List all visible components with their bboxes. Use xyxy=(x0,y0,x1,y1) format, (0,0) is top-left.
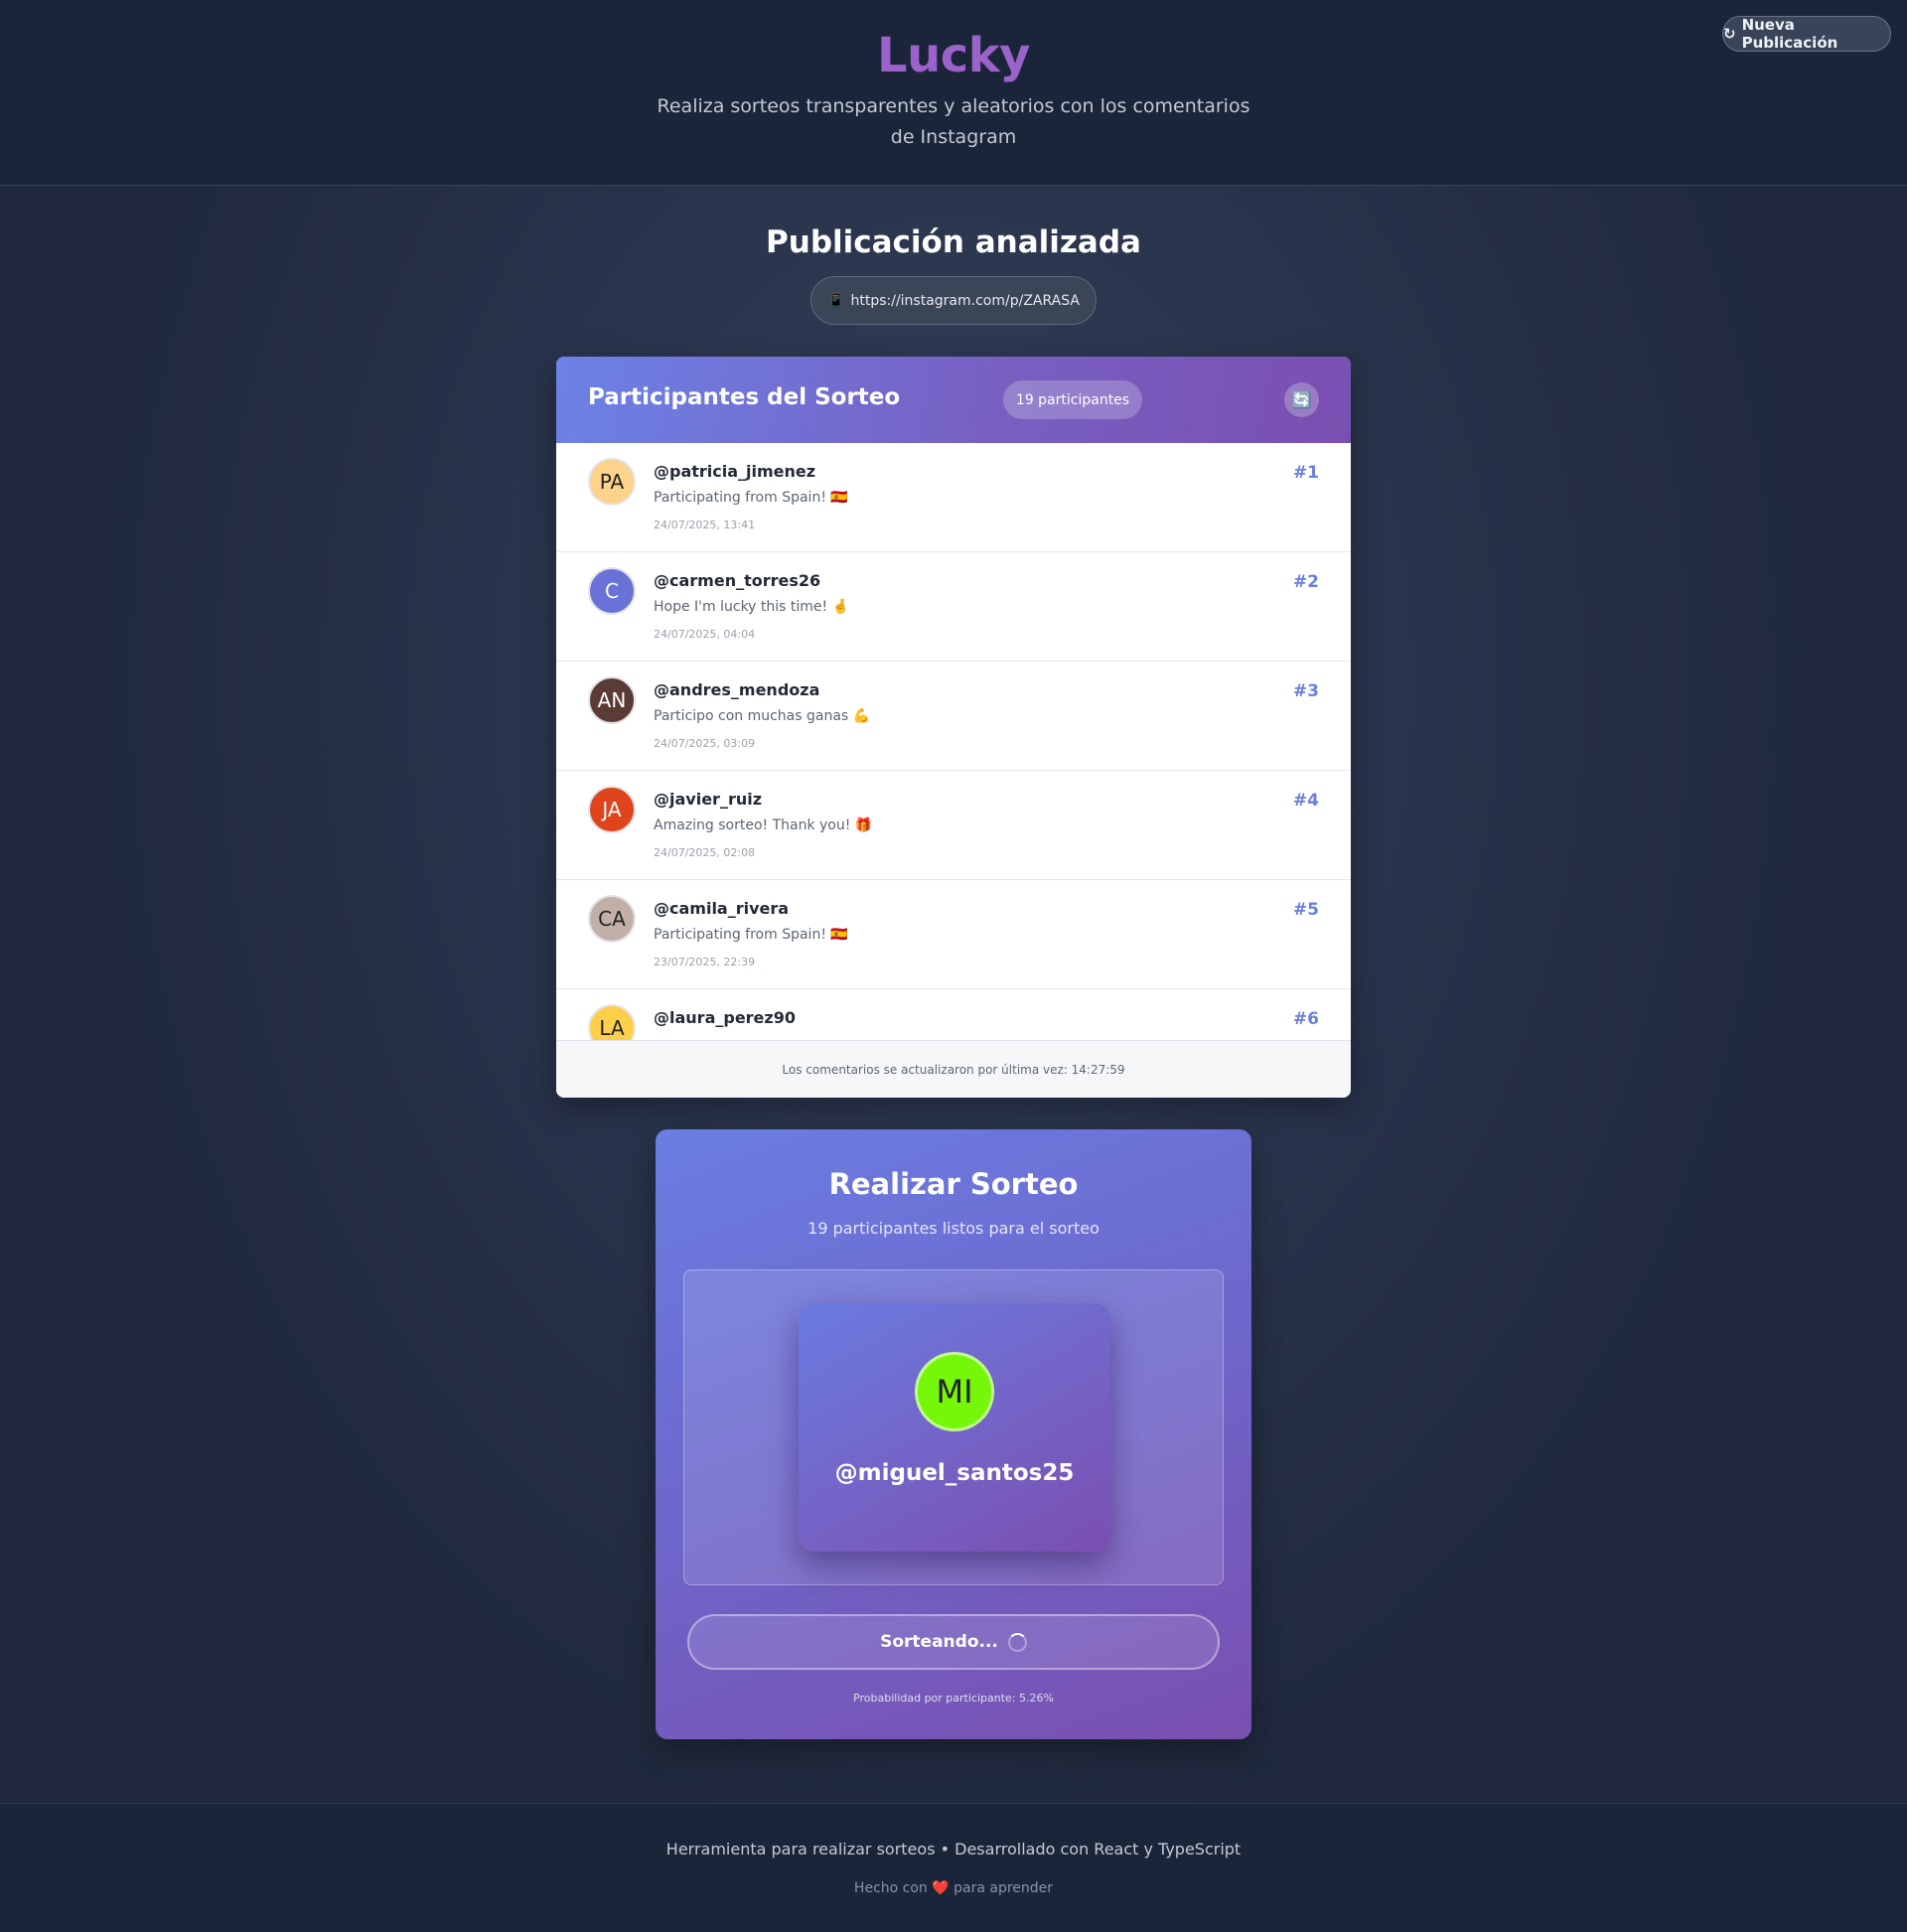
participants-title: Participantes del Sorteo xyxy=(588,384,901,410)
post-url-pill[interactable]: 📱 https://instagram.com/p/ZARASA xyxy=(810,276,1097,325)
new-post-button[interactable]: ↻ Nueva Publicación xyxy=(1722,16,1891,52)
participant-username: @carmen_torres26 xyxy=(654,571,821,590)
loading-spinner-icon xyxy=(1007,1632,1027,1652)
participant-avatar: CA xyxy=(588,895,636,943)
probability-text: Probabilidad por participante: 5.26% xyxy=(853,1692,1054,1705)
participant-comment: Participating from Spain! 🇪🇸 xyxy=(654,927,848,943)
winner-avatar: MI xyxy=(915,1352,994,1431)
draw-subtitle: 19 participantes listos para el sorteo xyxy=(807,1219,1100,1238)
page-footer: Herramienta para realizar sorteos • Desa… xyxy=(0,1803,1907,1932)
participant-row: C @carmen_torres26 Hope I'm lucky this t… xyxy=(556,552,1351,662)
participant-date: 24/07/2025, 02:08 xyxy=(654,846,756,859)
participant-avatar: JA xyxy=(588,786,636,833)
participant-row: LA @laura_perez90 #6 xyxy=(556,989,1351,1040)
post-url: https://instagram.com/p/ZARASA xyxy=(850,292,1080,309)
participant-username: @javier_ruiz xyxy=(654,790,763,809)
analyzed-post-title: Publicación analizada xyxy=(766,224,1141,260)
participant-username: @camila_rivera xyxy=(654,899,790,918)
winner-username: @miguel_santos25 xyxy=(834,1460,1075,1486)
draw-stage: MI @miguel_santos25 xyxy=(683,1269,1224,1585)
app-logo-title: Lucky xyxy=(877,28,1030,83)
refresh-icon: 🔄 xyxy=(1291,390,1312,409)
footer-credits: Herramienta para realizar sorteos • Desa… xyxy=(665,1840,1242,1858)
app-tagline: Realiza sorteos transparentes y aleatori… xyxy=(657,95,1250,148)
draw-button-label: Sorteando... xyxy=(880,1632,998,1652)
participant-rank: #2 xyxy=(1292,572,1319,592)
refresh-icon: ↻ xyxy=(1723,25,1736,43)
participant-rank: #1 xyxy=(1292,463,1319,483)
last-updated-text: Los comentarios se actualizaron por últi… xyxy=(556,1040,1351,1098)
draw-button[interactable]: Sorteando... xyxy=(687,1614,1220,1670)
draw-card: Realizar Sorteo 19 participantes listos … xyxy=(656,1129,1251,1739)
participants-count-badge: 19 participantes xyxy=(1003,380,1142,419)
participants-header: Participantes del Sorteo 19 participante… xyxy=(556,357,1351,443)
participant-row: PA @patricia_jimenez Participating from … xyxy=(556,443,1351,552)
participant-username: @patricia_jimenez xyxy=(654,462,816,481)
participants-list[interactable]: PA @patricia_jimenez Participating from … xyxy=(556,443,1351,1040)
participant-avatar: C xyxy=(588,567,636,615)
refresh-participants-button[interactable]: 🔄 xyxy=(1284,382,1319,417)
participant-comment: Hope I'm lucky this time! 🤞 xyxy=(654,599,850,615)
participant-comment: Participo con muchas ganas 💪 xyxy=(654,708,871,724)
participant-avatar: LA xyxy=(588,1004,636,1040)
participant-username: @andres_mendoza xyxy=(654,680,820,699)
participant-row: CA @camila_rivera Participating from Spa… xyxy=(556,880,1351,989)
phone-icon: 📱 xyxy=(827,292,845,309)
participant-rank: #6 xyxy=(1292,1009,1319,1029)
participants-card: Participantes del Sorteo 19 participante… xyxy=(556,357,1351,1098)
footer-made-with: Hecho con ❤️ para aprender xyxy=(0,1880,1907,1896)
participant-username: @laura_perez90 xyxy=(654,1008,796,1027)
footer-made-with-suffix: para aprender xyxy=(954,1880,1054,1896)
winner-card: MI @miguel_santos25 xyxy=(799,1303,1110,1552)
participant-date: 23/07/2025, 22:39 xyxy=(654,956,756,968)
footer-made-with-prefix: Hecho con xyxy=(853,1880,928,1896)
participant-rank: #4 xyxy=(1292,791,1319,811)
participant-avatar: PA xyxy=(588,458,636,506)
participant-date: 24/07/2025, 03:09 xyxy=(654,737,756,750)
participant-avatar: AN xyxy=(588,676,636,724)
participant-rank: #5 xyxy=(1292,900,1319,920)
participant-date: 24/07/2025, 04:04 xyxy=(654,628,756,641)
participant-comment: Participating from Spain! 🇪🇸 xyxy=(654,490,848,506)
draw-title: Realizar Sorteo xyxy=(828,1167,1079,1201)
app-header: Lucky Realiza sorteos transparentes y al… xyxy=(0,0,1907,186)
participant-row: JA @javier_ruiz Amazing sorteo! Thank yo… xyxy=(556,771,1351,880)
participant-comment: Amazing sorteo! Thank you! 🎁 xyxy=(654,817,873,833)
heart-icon: ❤️ xyxy=(932,1880,950,1896)
participant-date: 24/07/2025, 13:41 xyxy=(654,519,756,531)
participant-row: AN @andres_mendoza Participo con muchas … xyxy=(556,662,1351,771)
participant-rank: #3 xyxy=(1292,681,1319,701)
new-post-button-label: Nueva Publicación xyxy=(1741,16,1838,52)
